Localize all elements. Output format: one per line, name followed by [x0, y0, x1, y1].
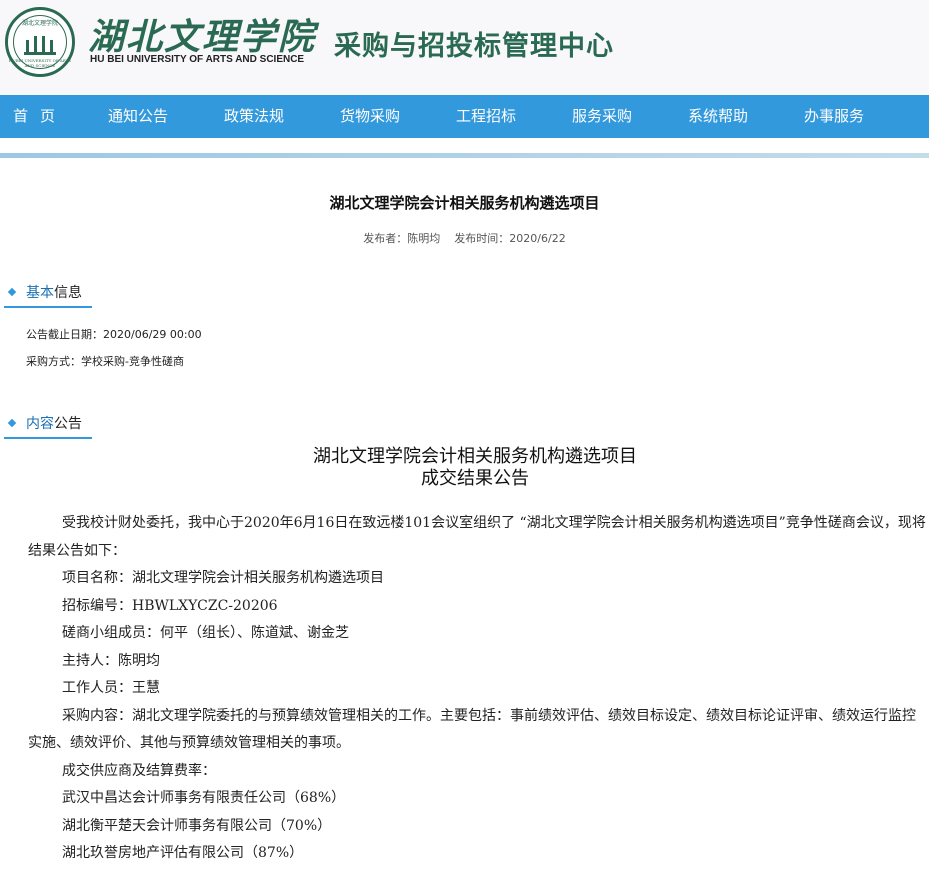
main-nav: 首页 通知公告 政策法规 货物采购 工程招标 服务采购 系统帮助 办事服务: [0, 95, 929, 138]
content-heading-rest: 公告: [54, 416, 82, 432]
nav-home[interactable]: 首页: [0, 95, 80, 138]
content-title-line1: 湖北文理学院会计相关服务机构遴选项目: [313, 446, 637, 467]
school-name-cn: 湖北文理学院: [88, 16, 317, 58]
publisher-label: 发布者：: [363, 232, 408, 245]
content-body: 受我校计财处委托，我中心于2020年6月16日在致远楼101会议室组织了 “湖北…: [28, 510, 928, 868]
basic-info-heading-rest: 信息: [54, 285, 82, 301]
method-line: 采购方式：学校采购-竞争性磋商: [26, 353, 184, 369]
content-heading: 内容公告: [4, 411, 92, 439]
deadline-line: 公告截止日期：2020/06/29 00:00: [26, 326, 202, 342]
staff-line: 工作人员：王慧: [62, 680, 160, 696]
panel-members-line: 磋商小组成员：何平（组长）、陈道斌、谢金芝: [62, 625, 349, 641]
publish-time-label: 发布时间：: [454, 232, 510, 245]
project-name-line: 项目名称：湖北文理学院会计相关服务机构遴选项目: [62, 570, 384, 586]
method-value: 学校采购-竞争性磋商: [81, 355, 184, 368]
article-title: 湖北文理学院会计相关服务机构遴选项目: [329, 194, 600, 212]
seal-bottom-text: HUBEI UNIVERSITY OF ARTS AND SCIENCE: [8, 58, 72, 68]
intro-paragraph: 受我校计财处委托，我中心于2020年6月16日在致远楼101会议室组织了 “湖北…: [28, 515, 926, 559]
article-meta: 发布者：陈明均 发布时间：2020/6/22: [0, 230, 929, 246]
host-line: 主持人：陈明均: [62, 652, 160, 669]
diamond-bullet-icon: [7, 287, 17, 297]
deadline-value: 2020/06/29 00:00: [103, 328, 202, 341]
nav-system-help[interactable]: 系统帮助: [660, 95, 776, 138]
supplier-item: 湖北衡平楚天会计师事务有限公司（70%）: [62, 817, 332, 834]
nav-services[interactable]: 办事服务: [776, 95, 892, 138]
publisher-name: 陈明均: [407, 232, 441, 245]
basic-info-heading: 基本信息: [4, 280, 92, 308]
content-title-line2: 成交结果公告: [421, 468, 529, 489]
nav-notices[interactable]: 通知公告: [80, 95, 196, 138]
procurement-content-paragraph: 采购内容：湖北文理学院委托的与预算绩效管理相关的工作。主要包括：事前绩效评估、绩…: [28, 707, 916, 752]
school-seal-logo[interactable]: 湖北文理学院 HUBEI UNIVERSITY OF ARTS AND SCIE…: [5, 7, 75, 77]
diamond-bullet-icon: [7, 418, 17, 428]
seal-building-icon: [24, 34, 56, 55]
publish-time: 2020/6/22: [509, 232, 566, 245]
site-header: 湖北文理学院 HUBEI UNIVERSITY OF ARTS AND SCIE…: [0, 0, 929, 95]
nav-spacer: [0, 138, 929, 153]
basic-info-heading-highlight: 基本: [26, 285, 54, 301]
school-name-en: HU BEI UNIVERSITY OF ARTS AND SCIENCE: [90, 54, 305, 65]
content-title: 湖北文理学院会计相关服务机构遴选项目 成交结果公告: [0, 446, 929, 490]
nav-divider-line: [0, 153, 929, 158]
nav-policies[interactable]: 政策法规: [196, 95, 312, 138]
tender-number-line: 招标编号：HBWLXYCZC-20206: [62, 597, 278, 614]
deadline-label: 公告截止日期：: [26, 328, 103, 341]
center-name: 采购与招投标管理中心: [334, 31, 614, 62]
supplier-item: 湖北玖誉房地产评估有限公司（87%）: [62, 845, 304, 861]
suppliers-heading-line: 成交供应商及结算费率：: [62, 762, 216, 779]
nav-engineering-tender[interactable]: 工程招标: [428, 95, 544, 138]
method-label: 采购方式：: [26, 355, 81, 368]
content-heading-highlight: 内容: [26, 416, 54, 432]
nav-goods-procurement[interactable]: 货物采购: [312, 95, 428, 138]
supplier-item: 武汉中昌达会计师事务有限责任公司（68%）: [62, 790, 346, 806]
seal-top-text: 湖北文理学院: [21, 20, 58, 27]
nav-service-procurement[interactable]: 服务采购: [544, 95, 660, 138]
